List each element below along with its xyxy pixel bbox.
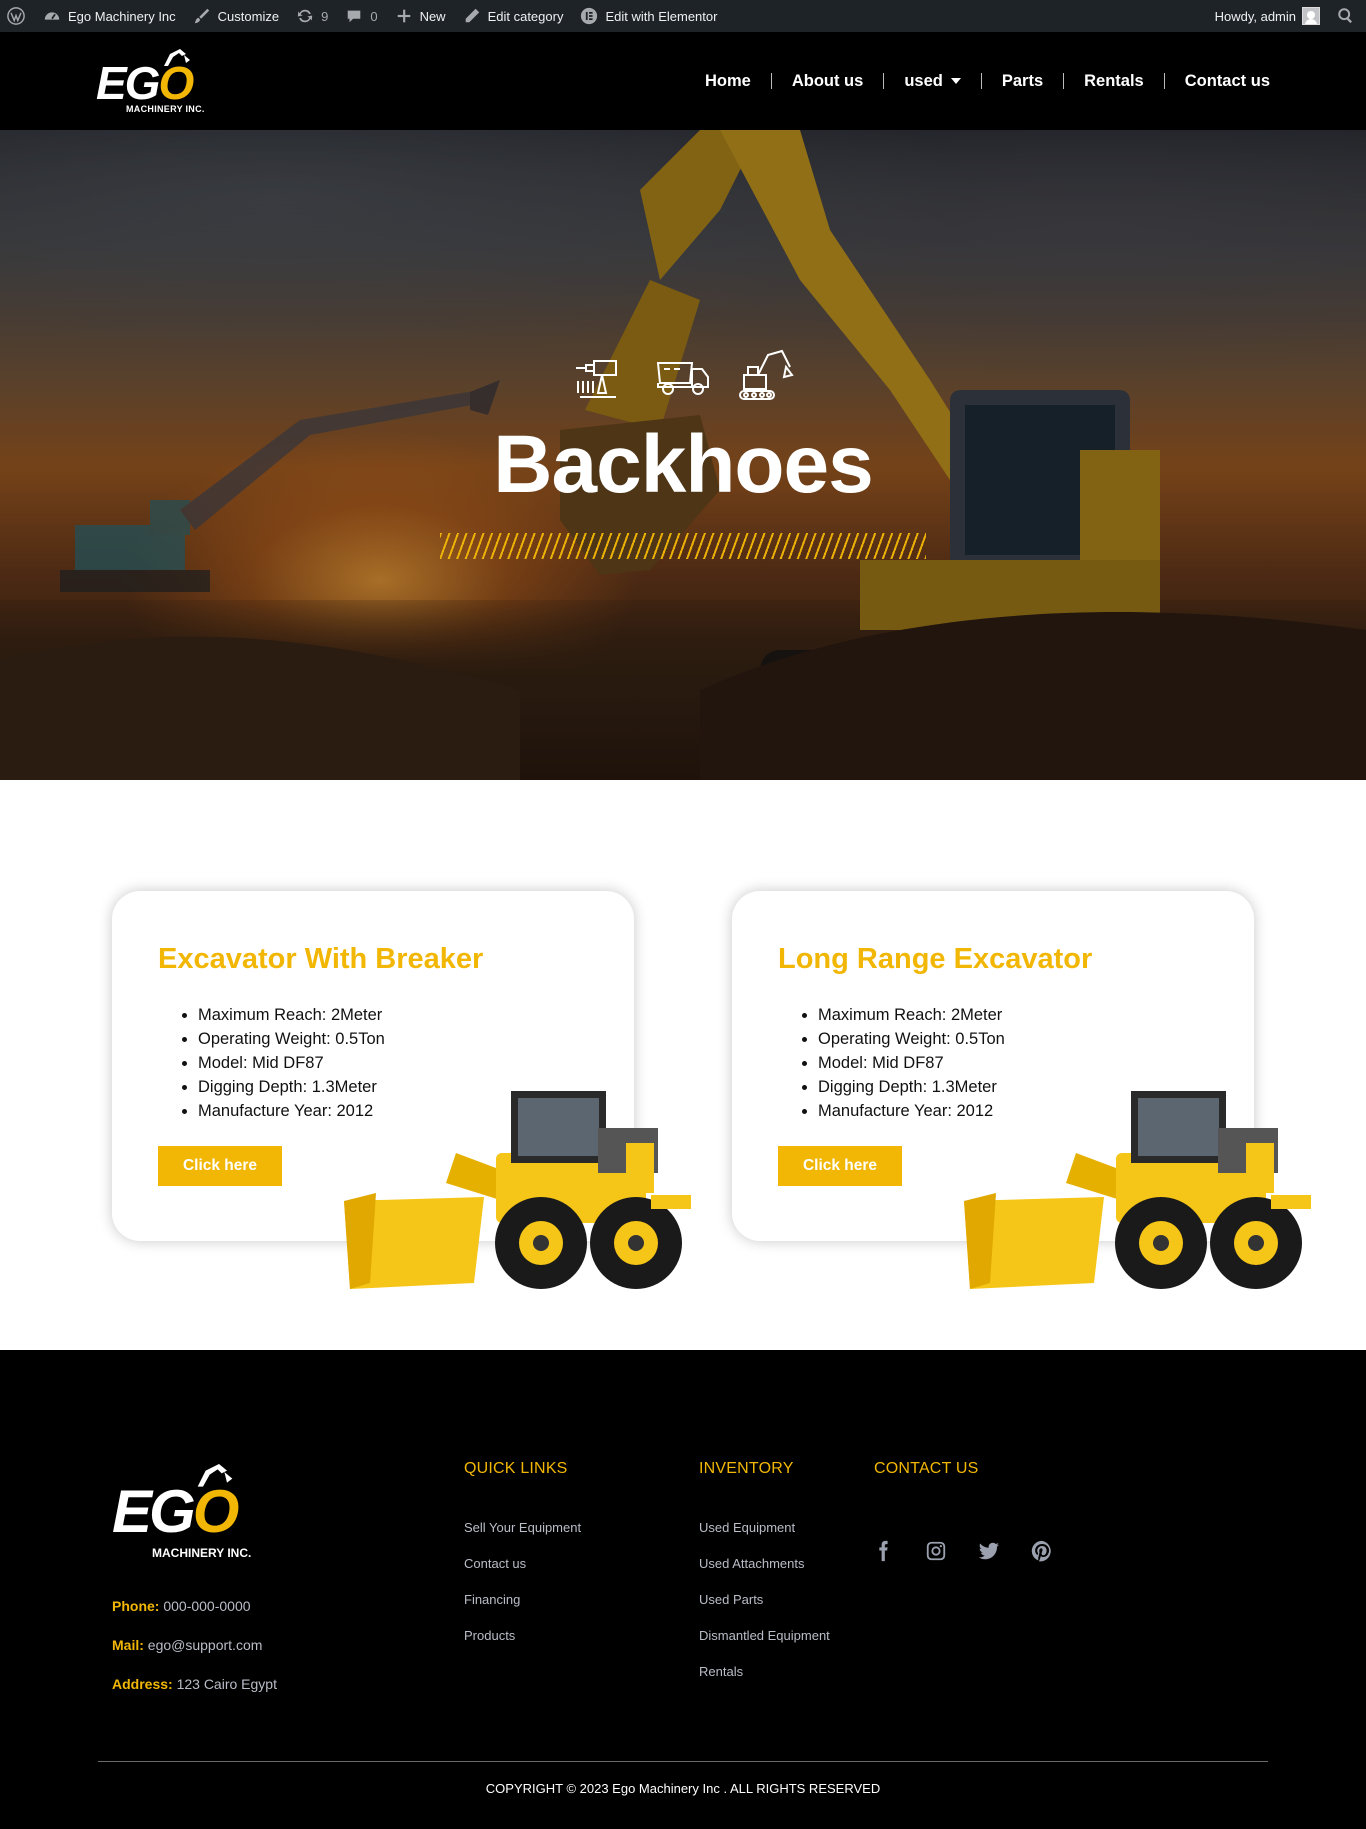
address-label: Address: bbox=[112, 1676, 173, 1692]
hero-stripe-divider bbox=[440, 533, 926, 559]
nav-used-dropdown[interactable]: used bbox=[884, 72, 981, 91]
social-links bbox=[872, 1536, 1084, 1566]
pinterest-icon[interactable] bbox=[1031, 1536, 1084, 1566]
new-label: New bbox=[419, 8, 446, 24]
avatar bbox=[1302, 7, 1320, 25]
logo-subtitle: MACHINERY INC. bbox=[126, 104, 205, 114]
drill-icon bbox=[572, 345, 630, 403]
new-content-link[interactable]: New bbox=[386, 0, 454, 32]
admin-bar: Ego Machinery Inc Customize 9 0 New Edit… bbox=[0, 0, 1366, 32]
nav-parts[interactable]: Parts bbox=[982, 72, 1063, 91]
footer-link-used-attachments[interactable]: Used Attachments bbox=[699, 1556, 830, 1592]
spec-item: Model: Mid DF87 bbox=[198, 1051, 385, 1075]
pencil-icon bbox=[462, 6, 482, 26]
click-here-button[interactable]: Click here bbox=[158, 1146, 282, 1186]
footer-logo-subtitle: MACHINERY INC. bbox=[152, 1546, 252, 1560]
hero-banner: Backhoes bbox=[0, 130, 1366, 780]
site-footer: EGO MACHINERY INC. Phone: 000-000-0000 M… bbox=[0, 1350, 1366, 1829]
product-title: Long Range Excavator bbox=[778, 943, 1093, 975]
dump-truck-icon bbox=[654, 345, 712, 403]
product-card: Excavator With Breaker Maximum Reach: 2M… bbox=[112, 891, 691, 1289]
address-value: 123 Cairo Egypt bbox=[176, 1676, 277, 1692]
site-logo[interactable]: EGO MACHINERY INC. bbox=[96, 46, 246, 116]
footer-divider bbox=[98, 1761, 1268, 1762]
facebook-icon[interactable] bbox=[872, 1536, 925, 1566]
nav-used-label: used bbox=[904, 71, 943, 90]
howdy-label: Howdy, admin bbox=[1214, 8, 1296, 24]
quick-links-list: Sell Your Equipment Contact us Financing… bbox=[464, 1520, 581, 1664]
spec-item: Operating Weight: 0.5Ton bbox=[198, 1027, 385, 1051]
wordpress-icon bbox=[6, 6, 26, 26]
updates-count: 9 bbox=[321, 8, 329, 24]
main-nav: Home About us used Parts Rentals Contact… bbox=[685, 32, 1270, 130]
footer-phone: Phone: 000-000-0000 bbox=[112, 1598, 251, 1614]
wordpress-logo-button[interactable] bbox=[0, 0, 34, 32]
footer-link-rentals[interactable]: Rentals bbox=[699, 1664, 830, 1700]
products-section: Excavator With Breaker Maximum Reach: 2M… bbox=[0, 780, 1366, 1350]
footer-mail: Mail: ego@support.com bbox=[112, 1637, 262, 1653]
footer-link-contact-us[interactable]: Contact us bbox=[464, 1556, 581, 1592]
footer-link-products[interactable]: Products bbox=[464, 1628, 581, 1664]
nav-contact-us[interactable]: Contact us bbox=[1165, 72, 1270, 91]
spec-item: Maximum Reach: 2Meter bbox=[818, 1003, 1005, 1027]
copyright-text: COPYRIGHT © 2023 Ego Machinery Inc . ALL… bbox=[485, 1781, 881, 1796]
spec-item: Operating Weight: 0.5Ton bbox=[818, 1027, 1005, 1051]
edit-category-link[interactable]: Edit category bbox=[454, 0, 572, 32]
footer-link-sell-equipment[interactable]: Sell Your Equipment bbox=[464, 1520, 581, 1556]
comment-icon bbox=[344, 6, 364, 26]
search-icon bbox=[1336, 6, 1356, 26]
product-title: Excavator With Breaker bbox=[158, 943, 484, 975]
dashboard-icon bbox=[42, 6, 62, 26]
edit-category-label: Edit category bbox=[487, 8, 564, 24]
footer-logo-wordmark: EGO bbox=[112, 1478, 239, 1545]
phone-label: Phone: bbox=[112, 1598, 160, 1614]
admin-search-button[interactable] bbox=[1328, 0, 1366, 32]
footer-logo[interactable]: EGO MACHINERY INC. bbox=[112, 1460, 312, 1560]
mail-label: Mail: bbox=[112, 1637, 144, 1653]
site-header: EGO MACHINERY INC. Home About us used Pa… bbox=[0, 32, 1366, 130]
updates-link[interactable]: 9 bbox=[287, 0, 336, 32]
contact-us-heading: CONTACT US bbox=[874, 1460, 979, 1477]
site-name-label: Ego Machinery Inc bbox=[68, 8, 176, 24]
paintbrush-icon bbox=[192, 6, 212, 26]
spec-item: Model: Mid DF87 bbox=[818, 1051, 1005, 1075]
nav-home[interactable]: Home bbox=[685, 72, 771, 91]
spec-item: Maximum Reach: 2Meter bbox=[198, 1003, 385, 1027]
wheel-loader-image bbox=[344, 1091, 691, 1289]
logo-wordmark: EGO bbox=[96, 57, 194, 109]
nav-rentals[interactable]: Rentals bbox=[1064, 72, 1164, 91]
elementor-icon bbox=[579, 6, 599, 26]
hero-icon-row bbox=[572, 345, 794, 405]
page-title: Backhoes bbox=[493, 419, 873, 510]
edit-elementor-label: Edit with Elementor bbox=[605, 8, 718, 24]
comments-count: 0 bbox=[370, 8, 378, 24]
updates-icon bbox=[295, 6, 315, 26]
instagram-icon[interactable] bbox=[925, 1536, 978, 1566]
twitter-icon[interactable] bbox=[978, 1536, 1031, 1566]
phone-value: 000-000-0000 bbox=[163, 1598, 251, 1614]
footer-link-dismantled-equipment[interactable]: Dismantled Equipment bbox=[699, 1628, 830, 1664]
click-here-button[interactable]: Click here bbox=[778, 1146, 902, 1186]
edit-elementor-link[interactable]: Edit with Elementor bbox=[571, 0, 725, 32]
quick-links-heading: QUICK LINKS bbox=[464, 1460, 568, 1477]
chevron-down-icon bbox=[950, 78, 961, 84]
inventory-list: Used Equipment Used Attachments Used Par… bbox=[699, 1520, 830, 1700]
excavator-icon bbox=[736, 345, 794, 403]
customize-label: Customize bbox=[217, 8, 280, 24]
footer-link-financing[interactable]: Financing bbox=[464, 1592, 581, 1628]
comments-link[interactable]: 0 bbox=[336, 0, 385, 32]
footer-link-used-equipment[interactable]: Used Equipment bbox=[699, 1520, 830, 1556]
account-menu[interactable]: Howdy, admin bbox=[1207, 0, 1328, 32]
product-card: Long Range Excavator Maximum Reach: 2Met… bbox=[732, 891, 1311, 1289]
footer-address: Address: 123 Cairo Egypt bbox=[112, 1676, 277, 1692]
inventory-heading: INVENTORY bbox=[699, 1460, 794, 1477]
site-name-link[interactable]: Ego Machinery Inc bbox=[34, 0, 184, 32]
customize-link[interactable]: Customize bbox=[184, 0, 287, 32]
mail-value[interactable]: ego@support.com bbox=[148, 1637, 263, 1653]
wheel-loader-image bbox=[964, 1091, 1311, 1289]
nav-about-us[interactable]: About us bbox=[772, 72, 884, 91]
plus-icon bbox=[394, 6, 414, 26]
footer-link-used-parts[interactable]: Used Parts bbox=[699, 1592, 830, 1628]
